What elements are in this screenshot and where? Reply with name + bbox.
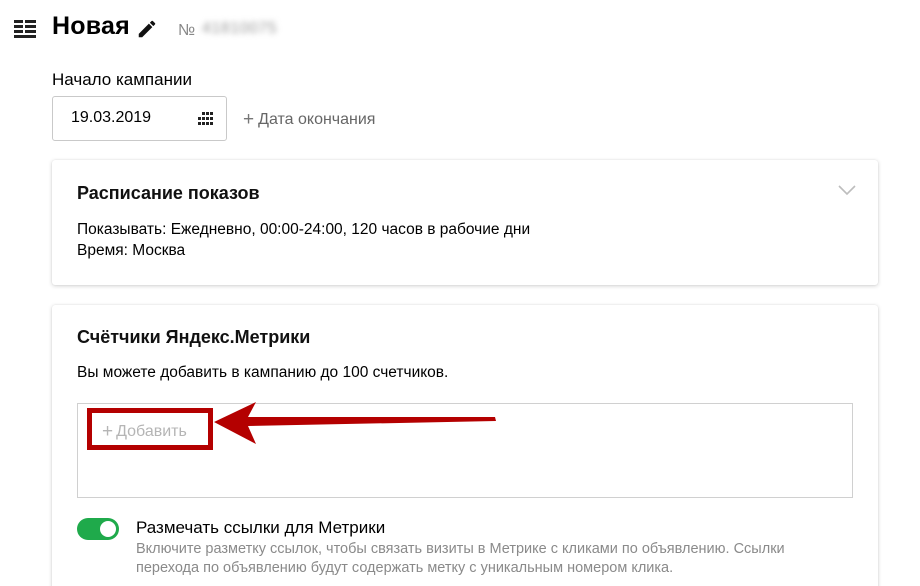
schedule-timezone-text: Время: Москва [77,242,186,259]
calendar-icon[interactable] [196,112,214,126]
add-counter-button[interactable]: + Добавить [87,408,213,450]
plus-icon: + [243,109,255,130]
end-date-label: Дата окончания [258,111,376,128]
metrica-description: Вы можете добавить в кампанию до 100 сче… [77,364,449,381]
menu-icon[interactable] [14,20,36,38]
metrica-tagging-toggle[interactable] [77,518,119,540]
metrica-card: Счётчики Яндекс.Метрики Вы можете добави… [52,305,878,586]
toggle-knob [100,521,116,537]
pencil-icon[interactable] [136,18,158,40]
schedule-card: Расписание показов Показывать: Ежедневно… [52,160,878,285]
plus-icon: + [102,421,114,442]
add-counter-label: Добавить [116,423,187,440]
schedule-title: Расписание показов [77,183,260,203]
schedule-show-text: Показывать: Ежедневно, 00:00-24:00, 120 … [77,221,531,238]
toggle-label: Размечать ссылки для Метрики [136,518,386,537]
chevron-down-icon[interactable] [838,184,856,196]
metrica-title: Счётчики Яндекс.Метрики [77,327,311,347]
toggle-hint-line-1: Включите разметку ссылок, чтобы связать … [136,541,785,557]
campaign-start-label: Начало кампании [52,70,192,89]
campaign-number-value: 41810075 [202,20,278,37]
campaign-number-label: № [178,22,196,39]
page-title: Новая [52,12,130,40]
start-date-value: 19.03.2019 [71,109,152,126]
add-end-date-button[interactable]: + Дата окончания [243,108,375,130]
toggle-hint-line-2: перехода по объявлению будут содержать м… [136,560,674,576]
counters-input-area[interactable]: + Добавить [77,403,853,498]
start-date-field[interactable]: 19.03.2019 [52,96,227,141]
